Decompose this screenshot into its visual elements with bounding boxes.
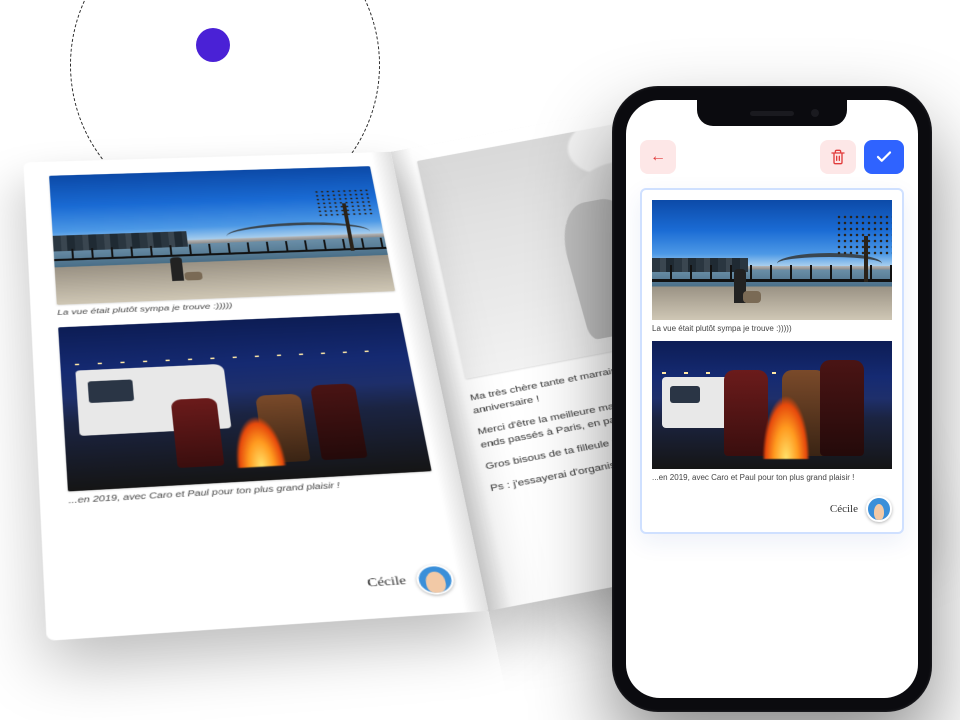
card-caption-2: ...en 2019, avec Caro et Paul pour ton p… (652, 473, 892, 482)
card-photo-riverside (652, 200, 892, 320)
confirm-button[interactable] (864, 140, 904, 174)
check-icon (875, 148, 893, 166)
delete-button[interactable] (820, 140, 856, 174)
back-button[interactable]: ← (640, 140, 676, 174)
trash-icon (830, 149, 846, 165)
card-photo-campfire (652, 341, 892, 469)
card-signer-avatar (866, 496, 892, 522)
book-signer-name: Cécile (366, 574, 407, 591)
arrow-left-icon: ← (650, 148, 666, 166)
phone-notch (697, 100, 847, 126)
app-screen: ← (626, 100, 918, 698)
book-photo-riverside (49, 166, 395, 305)
card-caption-1: La vue était plutôt sympa je trouve :)))… (652, 324, 892, 333)
book-signer-avatar (414, 564, 456, 596)
card-signer-name: Cécile (830, 503, 858, 515)
phone-mockup: ← (612, 86, 932, 712)
book-photo-campfire (58, 313, 432, 492)
app-toolbar: ← (640, 140, 904, 174)
contribution-card[interactable]: La vue était plutôt sympa je trouve :)))… (640, 188, 904, 534)
